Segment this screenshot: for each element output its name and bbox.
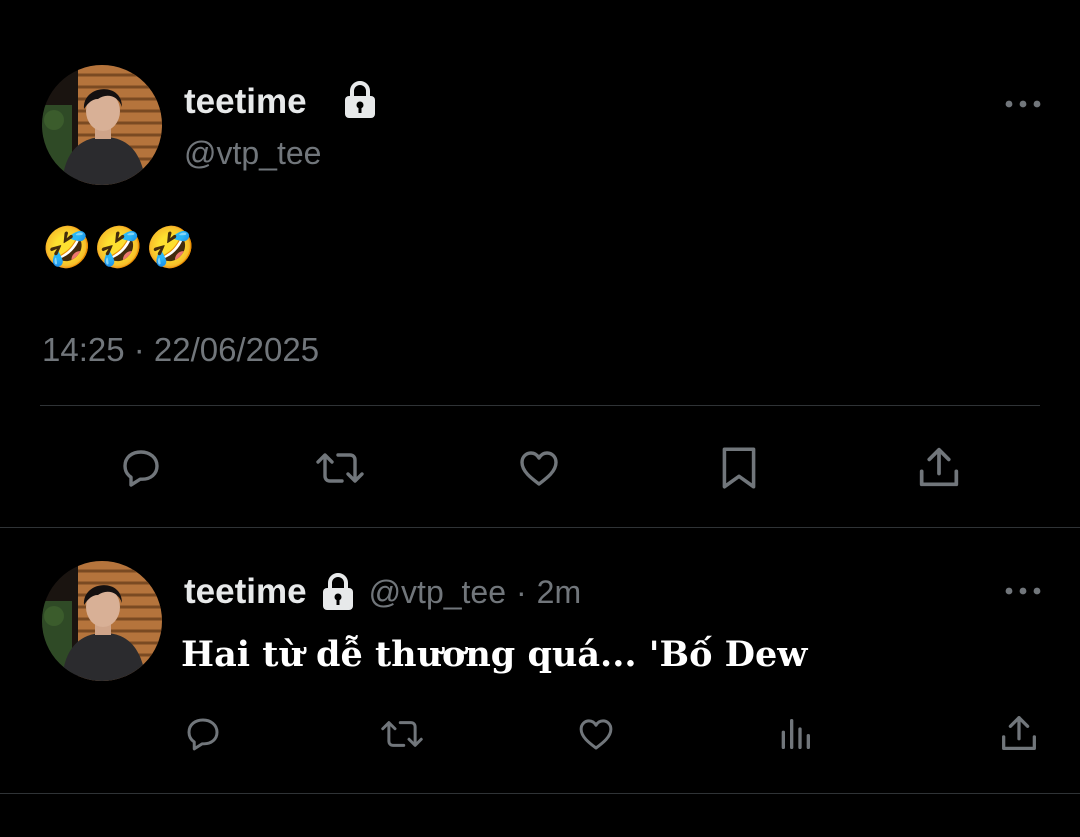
lock-icon — [322, 573, 353, 610]
heart-icon — [520, 451, 558, 486]
profile-photo — [42, 65, 162, 185]
more-horizontal-icon[interactable] — [1004, 583, 1042, 599]
share-icon — [1002, 716, 1036, 750]
bookmark-icon — [722, 447, 756, 489]
author-avatar[interactable] — [42, 65, 162, 185]
divider — [40, 405, 1040, 406]
lock-icon — [345, 81, 375, 118]
reply-button[interactable] — [112, 440, 170, 496]
share-button[interactable] — [910, 438, 968, 496]
author-avatar[interactable] — [42, 561, 162, 681]
reply-icon — [123, 450, 159, 487]
analytics-icon — [781, 719, 810, 749]
tweet-relative-time[interactable]: 2m — [537, 572, 581, 612]
author-display-name[interactable]: teetime — [184, 571, 307, 613]
share-button[interactable] — [994, 708, 1044, 758]
tweet-timestamp[interactable]: 14:25 · 22/06/2025 — [42, 330, 319, 370]
reply-header: teetime @vtp_tee · 2m — [184, 570, 581, 614]
retweet-icon — [381, 721, 423, 747]
profile-photo — [42, 561, 162, 681]
divider — [0, 527, 1080, 528]
retweet-button[interactable] — [309, 440, 371, 496]
views-button[interactable] — [772, 710, 818, 758]
retweet-icon — [316, 453, 364, 483]
more-horizontal-icon[interactable] — [1004, 96, 1042, 112]
tweet-text: Hai từ dễ thương quá... 'Bố Dew — [181, 634, 808, 675]
like-button[interactable] — [572, 710, 620, 758]
heart-icon — [579, 719, 613, 750]
share-icon — [919, 447, 959, 487]
divider — [0, 793, 1080, 794]
retweet-button[interactable] — [376, 710, 428, 758]
author-display-name[interactable]: teetime — [184, 81, 307, 123]
like-button[interactable] — [510, 440, 568, 496]
tweet-text: 🤣🤣🤣 — [42, 225, 198, 271]
reply-button[interactable] — [178, 710, 228, 758]
author-handle[interactable]: @vtp_tee — [184, 134, 321, 172]
meta-separator: · — [516, 574, 527, 610]
reply-icon — [187, 718, 219, 751]
bookmark-button[interactable] — [712, 440, 766, 496]
author-handle[interactable]: @vtp_tee — [369, 572, 506, 612]
